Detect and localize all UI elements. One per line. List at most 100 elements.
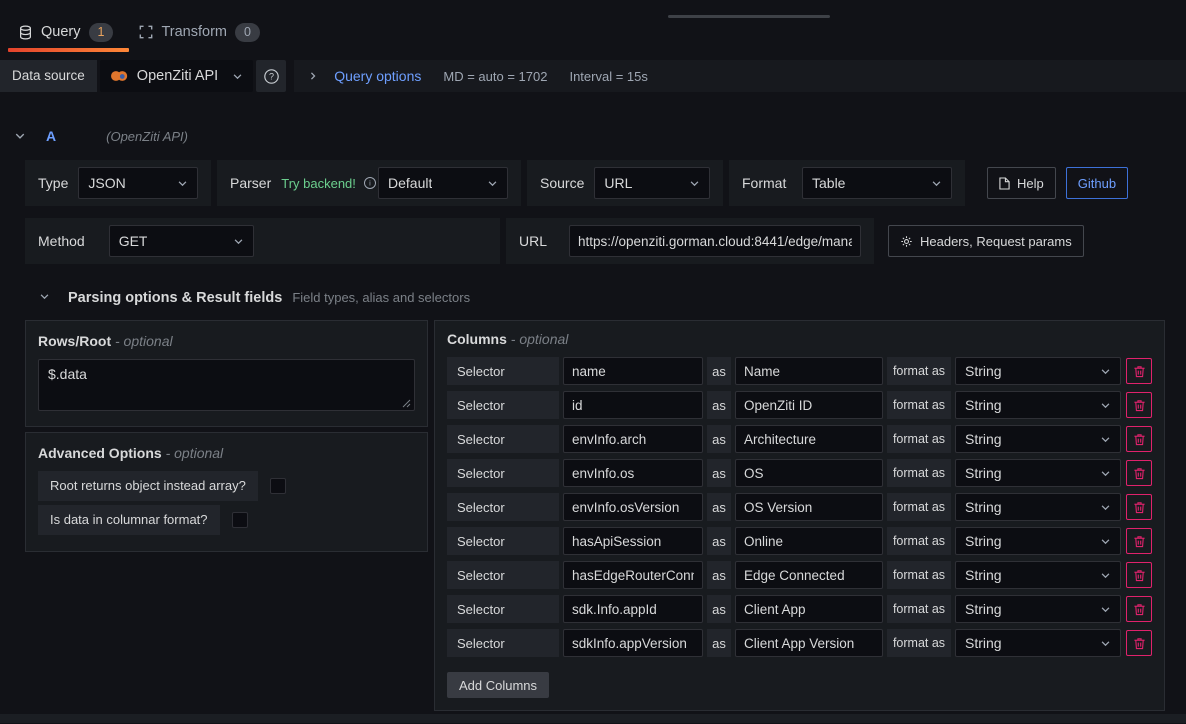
- column-selector-input[interactable]: [563, 459, 703, 487]
- help-button[interactable]: Help: [987, 167, 1056, 199]
- query-row-header[interactable]: A (OpenZiti API): [0, 120, 1186, 152]
- column-selector-input[interactable]: [563, 595, 703, 623]
- delete-column-button[interactable]: [1126, 460, 1152, 486]
- trash-icon: [1133, 467, 1146, 480]
- resize-grip-icon[interactable]: [402, 399, 411, 408]
- source-label: Source: [540, 175, 584, 191]
- columns-list: Selector as format as String Selector as…: [447, 357, 1152, 657]
- column-alias-input[interactable]: [735, 493, 883, 521]
- tab-query[interactable]: Query 1: [8, 12, 129, 52]
- column-format-value: String: [965, 499, 1002, 515]
- column-format-select[interactable]: String: [955, 425, 1121, 453]
- column-format-value: String: [965, 397, 1002, 413]
- delete-column-button[interactable]: [1126, 630, 1152, 656]
- datasource-picker[interactable]: OpenZiti API: [100, 60, 253, 92]
- parser-select[interactable]: Default: [378, 167, 508, 199]
- column-format-label: format as: [887, 595, 951, 623]
- column-selector-input[interactable]: [563, 357, 703, 385]
- column-selector-label: Selector: [447, 357, 559, 385]
- delete-column-button[interactable]: [1126, 596, 1152, 622]
- query-options-toggle[interactable]: Query options: [308, 68, 421, 84]
- column-selector-input[interactable]: [563, 629, 703, 657]
- columnar-format-option-label: Is data in columnar format?: [38, 505, 220, 535]
- column-format-select[interactable]: String: [955, 595, 1121, 623]
- column-as-label: as: [707, 459, 731, 487]
- column-alias-input[interactable]: [735, 629, 883, 657]
- column-alias-input[interactable]: [735, 459, 883, 487]
- source-select[interactable]: URL: [594, 167, 710, 199]
- delete-column-button[interactable]: [1126, 494, 1152, 520]
- column-as-label: as: [707, 357, 731, 385]
- parsing-options-header[interactable]: Parsing options & Result fields Field ty…: [25, 290, 1165, 306]
- column-row: Selector as format as String: [447, 629, 1152, 657]
- column-as-label: as: [707, 527, 731, 555]
- rows-root-title: Rows/Root - optional: [38, 333, 415, 349]
- headers-request-params-button[interactable]: Headers, Request params: [888, 225, 1084, 257]
- chevron-down-icon: [39, 291, 50, 302]
- column-format-label: format as: [887, 629, 951, 657]
- column-selector-input[interactable]: [563, 425, 703, 453]
- column-format-label: format as: [887, 561, 951, 589]
- columns-panel: Columns - optional Selector as format as…: [434, 320, 1165, 711]
- columnar-format-checkbox[interactable]: [232, 512, 248, 528]
- delete-column-button[interactable]: [1126, 392, 1152, 418]
- chevron-down-icon: [1100, 536, 1111, 547]
- tab-transform[interactable]: Transform 0: [129, 12, 275, 52]
- column-format-select[interactable]: String: [955, 561, 1121, 589]
- try-backend-hint[interactable]: Try backend!: [281, 176, 356, 191]
- column-alias-input[interactable]: [735, 595, 883, 623]
- url-label: URL: [519, 233, 547, 249]
- datasource-help-button[interactable]: ?: [256, 60, 286, 92]
- svg-text:i: i: [369, 179, 371, 188]
- document-icon: [999, 177, 1010, 190]
- delete-column-button[interactable]: [1126, 528, 1152, 554]
- delete-column-button[interactable]: [1126, 426, 1152, 452]
- rows-root-textarea[interactable]: [38, 359, 415, 411]
- editor-row-2: Method GET URL Headers, Request params: [25, 218, 1165, 264]
- url-input[interactable]: [569, 225, 861, 257]
- column-alias-input[interactable]: [735, 425, 883, 453]
- column-selector-label: Selector: [447, 561, 559, 589]
- type-label: Type: [38, 175, 68, 191]
- type-select[interactable]: JSON: [78, 167, 198, 199]
- column-format-label: format as: [887, 425, 951, 453]
- delete-column-button[interactable]: [1126, 358, 1152, 384]
- column-format-select[interactable]: String: [955, 493, 1121, 521]
- chevron-down-icon: [1100, 366, 1111, 377]
- column-alias-input[interactable]: [735, 357, 883, 385]
- column-format-label: format as: [887, 493, 951, 521]
- column-format-select[interactable]: String: [955, 527, 1121, 555]
- column-selector-input[interactable]: [563, 527, 703, 555]
- columns-label: Columns: [447, 331, 507, 347]
- column-selector-input[interactable]: [563, 561, 703, 589]
- column-selector-input[interactable]: [563, 391, 703, 419]
- column-format-select[interactable]: String: [955, 459, 1121, 487]
- panel-resize-handle[interactable]: [668, 15, 830, 18]
- column-as-label: as: [707, 425, 731, 453]
- advanced-options-panel: Advanced Options - optional Root returns…: [25, 432, 428, 552]
- root-object-checkbox[interactable]: [270, 478, 286, 494]
- add-columns-button[interactable]: Add Columns: [447, 672, 549, 698]
- delete-column-button[interactable]: [1126, 562, 1152, 588]
- parsing-options-subtitle: Field types, alias and selectors: [292, 290, 470, 305]
- column-row: Selector as format as String: [447, 459, 1152, 487]
- column-format-select[interactable]: String: [955, 391, 1121, 419]
- chevron-down-icon: [689, 178, 700, 189]
- column-alias-input[interactable]: [735, 561, 883, 589]
- column-format-select[interactable]: String: [955, 357, 1121, 385]
- column-format-value: String: [965, 431, 1002, 447]
- column-format-select[interactable]: String: [955, 629, 1121, 657]
- format-select[interactable]: Table: [802, 167, 952, 199]
- column-alias-input[interactable]: [735, 527, 883, 555]
- chevron-down-icon: [177, 178, 188, 189]
- column-row: Selector as format as String: [447, 561, 1152, 589]
- chevron-down-icon: [931, 178, 942, 189]
- column-alias-input[interactable]: [735, 391, 883, 419]
- method-select[interactable]: GET: [109, 225, 254, 257]
- advanced-options-optional: - optional: [166, 445, 224, 461]
- column-selector-input[interactable]: [563, 493, 703, 521]
- chevron-down-icon: [233, 236, 244, 247]
- github-button[interactable]: Github: [1066, 167, 1128, 199]
- column-selector-label: Selector: [447, 527, 559, 555]
- type-field: Type JSON: [25, 160, 211, 206]
